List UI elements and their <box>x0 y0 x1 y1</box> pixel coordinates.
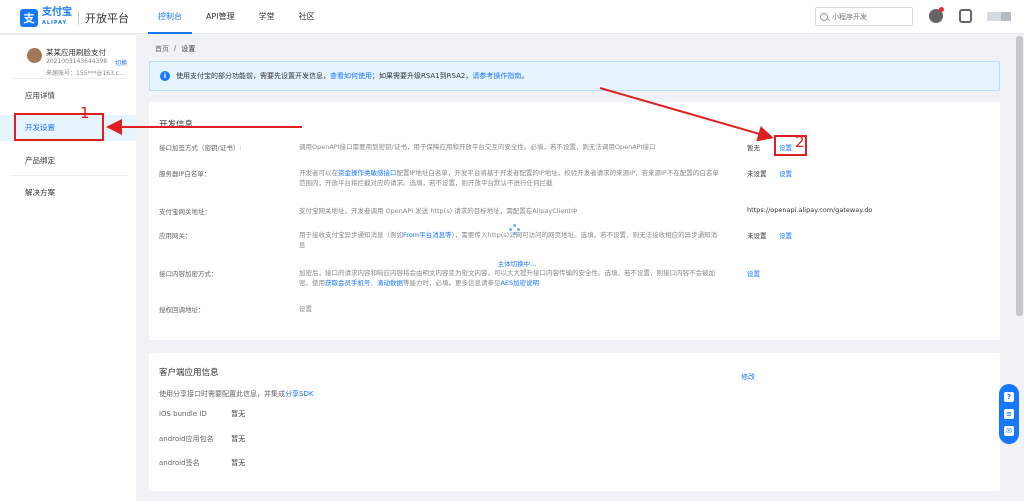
user-avatar[interactable] <box>987 12 1011 21</box>
row-key: android签名 <box>159 459 200 467</box>
logo-divider <box>78 11 79 25</box>
breadcrumb: 首页 / 设置 <box>155 44 195 54</box>
notification-dot <box>939 7 944 12</box>
gateway-url: https://openapi.alipay.com/gateway.do <box>747 206 873 214</box>
dev-info-card: 开发信息 接口加签方式（密钥/证书）: 调用OpenAPI接口需要用到密钥/证书… <box>149 102 1000 340</box>
row-label: 应用网关： <box>159 232 192 240</box>
annotation-number-1: 1 <box>80 104 90 122</box>
row-label: 授权回调地址： <box>159 306 205 314</box>
sidebar-divider <box>10 78 128 79</box>
from-platform-link[interactable]: From平台消息等 <box>403 231 452 239</box>
row-value: 未设置 <box>747 170 767 178</box>
row-value: 暂无 <box>231 435 246 443</box>
share-sdk-link[interactable]: 分享SDK <box>285 390 313 398</box>
search-box[interactable] <box>815 7 913 26</box>
tab-academy[interactable]: 学堂 <box>247 0 287 34</box>
alert-text-suffix: 。 <box>521 72 529 80</box>
sidebar-item-app-details[interactable]: 应用详情 <box>0 83 136 109</box>
sidebar-item-solutions[interactable]: 解决方案 <box>0 180 136 206</box>
app-id: 2021003143644398 <box>46 58 108 65</box>
loading-text: 主体切换中... <box>497 260 537 268</box>
logo-text: 支付宝 ALIPAY <box>42 7 72 27</box>
row-key: iOS bundle ID <box>159 410 207 418</box>
top-navbar: 支 支付宝 ALIPAY 开放平台 控制台 API管理 学堂 社区 <box>0 0 1024 34</box>
sidebar-item-product-binding[interactable]: 产品绑定 <box>0 148 136 174</box>
row-value: 未设置 <box>747 232 767 240</box>
row-label: 接口加签方式（密钥/证书）: <box>159 144 242 152</box>
row-label: 接口内容加密方式： <box>159 270 218 278</box>
client-info-card: 客户端应用信息 修改 使用分享接口时需要配置此信息，并集成分享SDK iOS b… <box>149 353 1000 491</box>
app-account: 来届账号：155***@163.c... <box>46 70 125 77</box>
alipay-logo[interactable]: 支 支付宝 ALIPAY 开放平台 <box>20 8 129 28</box>
ip-whitelist-set-button[interactable]: 设置 <box>779 168 792 178</box>
dev-info-title: 开发信息 <box>159 120 194 130</box>
encryption-set-button[interactable]: 设置 <box>747 268 760 278</box>
scrollbar[interactable] <box>1016 36 1023 316</box>
alert-text-prefix: 使用支付宝的部分功能前，需要先设置开发信息， <box>176 72 330 80</box>
ios-bundle-row: iOS bundle ID 暂无 <box>159 409 245 419</box>
member-phone-link[interactable]: 获取会员手机号 <box>325 279 371 287</box>
alert-text-mid: ；如果需要升级RSA1到RSA2， <box>372 72 473 80</box>
main-nav-tabs: 控制台 API管理 学堂 社区 <box>146 0 327 34</box>
row-value: 暂无 <box>231 459 246 467</box>
app-gateway-set-button[interactable]: 设置 <box>779 230 792 240</box>
breadcrumb-separator: / <box>174 44 177 52</box>
auth-callback-set-button[interactable]: 设置 <box>299 304 719 314</box>
info-icon: i <box>160 71 170 81</box>
platform-name: 开放平台 <box>85 12 129 25</box>
annotation-box-1 <box>14 113 104 141</box>
document-icon[interactable] <box>959 9 972 23</box>
row-desc: 调用OpenAPI接口需要用到密钥/证书，用于保障应用和开放平台交互的安全性。必… <box>299 143 656 151</box>
how-to-use-link[interactable]: 查看如何使用 <box>330 71 372 81</box>
row-label: 服务器IP白名单： <box>159 170 211 178</box>
row-value: 暂无 <box>747 144 760 152</box>
loading-spinner-icon <box>509 224 521 236</box>
tab-community[interactable]: 社区 <box>287 0 327 34</box>
row-key: android应用包名 <box>159 435 214 443</box>
tab-api-management[interactable]: API管理 <box>194 0 247 34</box>
search-input[interactable] <box>832 12 912 21</box>
row-desc: 支付宝网关地址，开发者调用 OpenAPI 发送 http(s) 请求的目标地址… <box>299 207 578 215</box>
row-label: 支付宝网关地址： <box>159 208 211 216</box>
app-avatar <box>27 48 42 63</box>
chat-icon[interactable]: ≡ <box>1004 408 1014 419</box>
tab-console[interactable]: 控制台 <box>146 0 194 34</box>
operation-guide-link[interactable]: 请参考操作指南 <box>472 71 521 81</box>
search-icon <box>820 12 828 21</box>
motion-data-link[interactable]: 滴动数据 <box>377 279 403 287</box>
client-info-edit-button[interactable]: 修改 <box>741 372 755 382</box>
sidebar: 某某应用刷脸支付 2021003143644398 切换 来届账号：155***… <box>0 35 136 501</box>
sidebar-divider <box>10 175 128 176</box>
row-value: 暂无 <box>231 410 246 418</box>
client-info-subtitle: 使用分享接口时需要配置此信息，并集成分享SDK <box>159 390 314 398</box>
feedback-icon[interactable]: ✉ <box>1004 426 1014 437</box>
annotation-number-2: 2 <box>795 133 805 151</box>
switch-app-link[interactable]: 切换 <box>115 58 127 67</box>
alipay-logo-icon: 支 <box>20 9 38 27</box>
aes-doc-link[interactable]: AES加密说明 <box>501 279 540 287</box>
app-name: 某某应用刷脸支付 <box>46 48 106 57</box>
android-signature-row: android签名 暂无 <box>159 458 245 468</box>
breadcrumb-home[interactable]: 首页 <box>155 44 169 54</box>
info-alert: i 使用支付宝的部分功能前，需要先设置开发信息， 查看如何使用 ；如果需要升级R… <box>149 61 1000 91</box>
breadcrumb-current: 设置 <box>181 45 196 53</box>
row-desc: 加密后，接口的请求内容和响应内容将会由明文内容变为密文内容，可以大大提升接口内容… <box>299 269 715 287</box>
client-info-title: 客户端应用信息 <box>159 368 219 378</box>
sensitive-api-link[interactable]: 资金操作类敏感接口 <box>338 169 397 177</box>
floating-help-bar: ? ≡ ✉ <box>999 384 1019 444</box>
row-desc: 开发者可以在资金操作类敏感接口配置IP地址白名单，开发平台将基于开发者配置的IP… <box>299 169 719 187</box>
help-icon[interactable]: ? <box>1004 391 1014 402</box>
android-package-row: android应用包名 暂无 <box>159 434 245 444</box>
